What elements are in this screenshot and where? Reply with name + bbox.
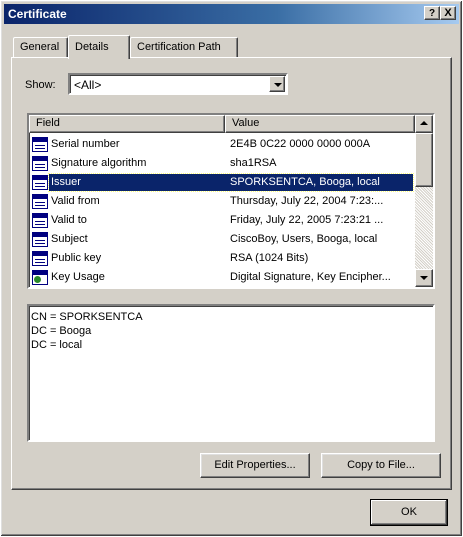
list-item[interactable]: Subject CiscoBoy, Users, Booga, local	[29, 230, 415, 249]
tab-general[interactable]: General	[13, 37, 68, 57]
help-button[interactable]: ?	[424, 6, 440, 20]
edit-properties-button[interactable]: Edit Properties...	[200, 453, 310, 478]
detail-line: DC = Booga	[31, 325, 92, 337]
list-item[interactable]: Public key RSA (1024 Bits)	[29, 249, 415, 268]
cert-field-icon	[32, 251, 48, 266]
show-label: Show:	[25, 79, 56, 91]
cert-field-icon	[32, 232, 48, 247]
field-value: SPORKSENTCA, Booga, local	[230, 176, 380, 188]
field-name: Public key	[51, 252, 102, 264]
field-value: Thursday, July 22, 2004 7:23:...	[230, 195, 384, 207]
list-item-selected[interactable]: Issuer SPORKSENTCA, Booga, local	[29, 173, 415, 192]
column-header-value[interactable]: Value	[225, 115, 415, 133]
list-item[interactable]: Valid from Thursday, July 22, 2004 7:23:…	[29, 192, 415, 211]
cert-field-icon	[32, 156, 48, 171]
field-name: Subject	[51, 233, 88, 245]
copy-to-file-button[interactable]: Copy to File...	[321, 453, 441, 478]
list-item[interactable]: Key Usage Digital Signature, Key Enciphe…	[29, 268, 415, 287]
field-name: Valid from	[51, 195, 100, 207]
detail-line: CN = SPORKSENTCA	[31, 311, 143, 323]
field-value: Digital Signature, Key Encipher...	[230, 271, 391, 283]
tab-certification-path[interactable]: Certification Path	[130, 37, 238, 57]
field-value: RSA (1024 Bits)	[230, 252, 309, 264]
list-item[interactable]: Serial number 2E4B 0C22 0000 0000 000A	[29, 135, 415, 154]
ok-button[interactable]: OK	[370, 499, 448, 526]
field-name: Signature algorithm	[51, 157, 147, 169]
list-item[interactable]: Valid to Friday, July 22, 2005 7:23:21 .…	[29, 211, 415, 230]
list-rows: Serial number 2E4B 0C22 0000 0000 000A S…	[29, 135, 415, 287]
cert-field-icon	[32, 213, 48, 228]
field-name: Valid to	[51, 214, 87, 226]
field-value: sha1RSA	[230, 157, 277, 169]
field-name: Serial number	[51, 138, 120, 150]
fields-list[interactable]: Field Value Serial number 2E4B 0C22 0000…	[27, 113, 435, 289]
show-dropdown[interactable]: <All>	[68, 73, 288, 95]
cert-field-icon	[32, 194, 48, 209]
list-item[interactable]: Signature algorithm sha1RSA	[29, 154, 415, 173]
field-detail-box[interactable]: CN = SPORKSENTCA DC = Booga DC = local	[27, 304, 435, 442]
close-button[interactable]: X	[440, 6, 456, 20]
field-value: Friday, July 22, 2005 7:23:21 ...	[230, 214, 384, 226]
title-bar[interactable]: Certificate ? X	[4, 4, 459, 24]
scroll-down-arrow-icon[interactable]	[415, 269, 433, 287]
column-header-field[interactable]: Field	[29, 115, 225, 133]
scroll-up-arrow-icon[interactable]	[415, 115, 433, 133]
certificate-dialog: Certificate ? X General Details Certific…	[0, 0, 463, 537]
window-title: Certificate	[8, 7, 67, 21]
tab-details[interactable]: Details	[68, 35, 130, 59]
cert-field-icon	[32, 175, 48, 190]
scroll-thumb[interactable]	[415, 133, 433, 187]
field-name: Issuer	[51, 176, 81, 188]
show-dropdown-value: <All>	[74, 78, 102, 92]
key-usage-icon	[32, 270, 48, 285]
list-header: Field Value	[29, 115, 415, 133]
chevron-down-icon[interactable]	[269, 76, 285, 92]
cert-field-icon	[32, 137, 48, 152]
list-scrollbar[interactable]	[415, 115, 433, 287]
detail-line: DC = local	[31, 339, 83, 351]
field-name: Key Usage	[51, 271, 105, 283]
field-value: 2E4B 0C22 0000 0000 000A	[230, 138, 371, 150]
field-value: CiscoBoy, Users, Booga, local	[230, 233, 378, 245]
